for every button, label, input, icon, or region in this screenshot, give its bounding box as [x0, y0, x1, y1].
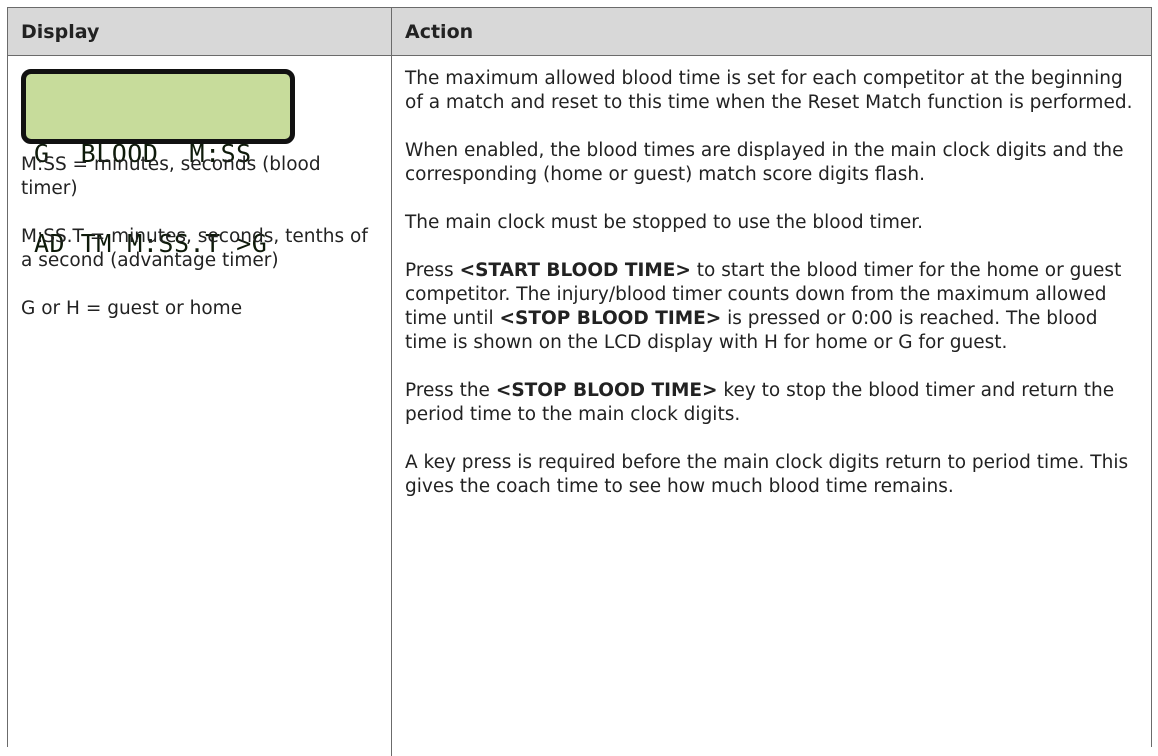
stop-blood-time-key: <STOP BLOOD TIME> [495, 380, 718, 401]
action-paragraph-key-press: A key press is required before the main … [405, 452, 1129, 497]
action-paragraph-enabled: When enabled, the blood times are displa… [405, 140, 1124, 185]
action-cell: The maximum allowed blood time is set fo… [392, 56, 1151, 756]
action-paragraph-start-blood-time: Press <START BLOOD TIME> to start the bl… [405, 259, 1139, 355]
table-row: G BLOOD M:SS AD TM M:SS.T >G M:SS = minu… [8, 56, 1151, 756]
display-cell: G BLOOD M:SS AD TM M:SS.T >G M:SS = minu… [8, 56, 392, 756]
action-paragraph-max-blood-time: The maximum allowed blood time is set fo… [405, 68, 1133, 113]
legend-blood-timer: M:SS = minutes, seconds (blood timer) [21, 154, 321, 199]
text-segment: Press the [405, 380, 496, 401]
display-column-header: Display [8, 8, 392, 55]
text-segment: Press [405, 260, 460, 281]
start-blood-time-key: <START BLOOD TIME> [459, 260, 691, 281]
legend-guest-home: G or H = guest or home [21, 298, 243, 319]
lcd-display: G BLOOD M:SS AD TM M:SS.T >G [21, 69, 295, 258]
legend-advantage-timer: M:SS.T = minutes, seconds, tenths of a s… [21, 226, 368, 271]
stop-blood-time-key: <STOP BLOOD TIME> [499, 308, 722, 329]
display-action-table: Display Action G BLOOD M:SS AD TM M:SS.T… [7, 7, 1152, 756]
action-paragraph-clock-stopped: The main clock must be stopped to use th… [405, 212, 924, 233]
action-paragraph-stop-blood-time: Press the <STOP BLOOD TIME> key to stop … [405, 379, 1139, 427]
action-column-header: Action [405, 20, 474, 43]
table-header-row: Display Action [8, 8, 1151, 56]
